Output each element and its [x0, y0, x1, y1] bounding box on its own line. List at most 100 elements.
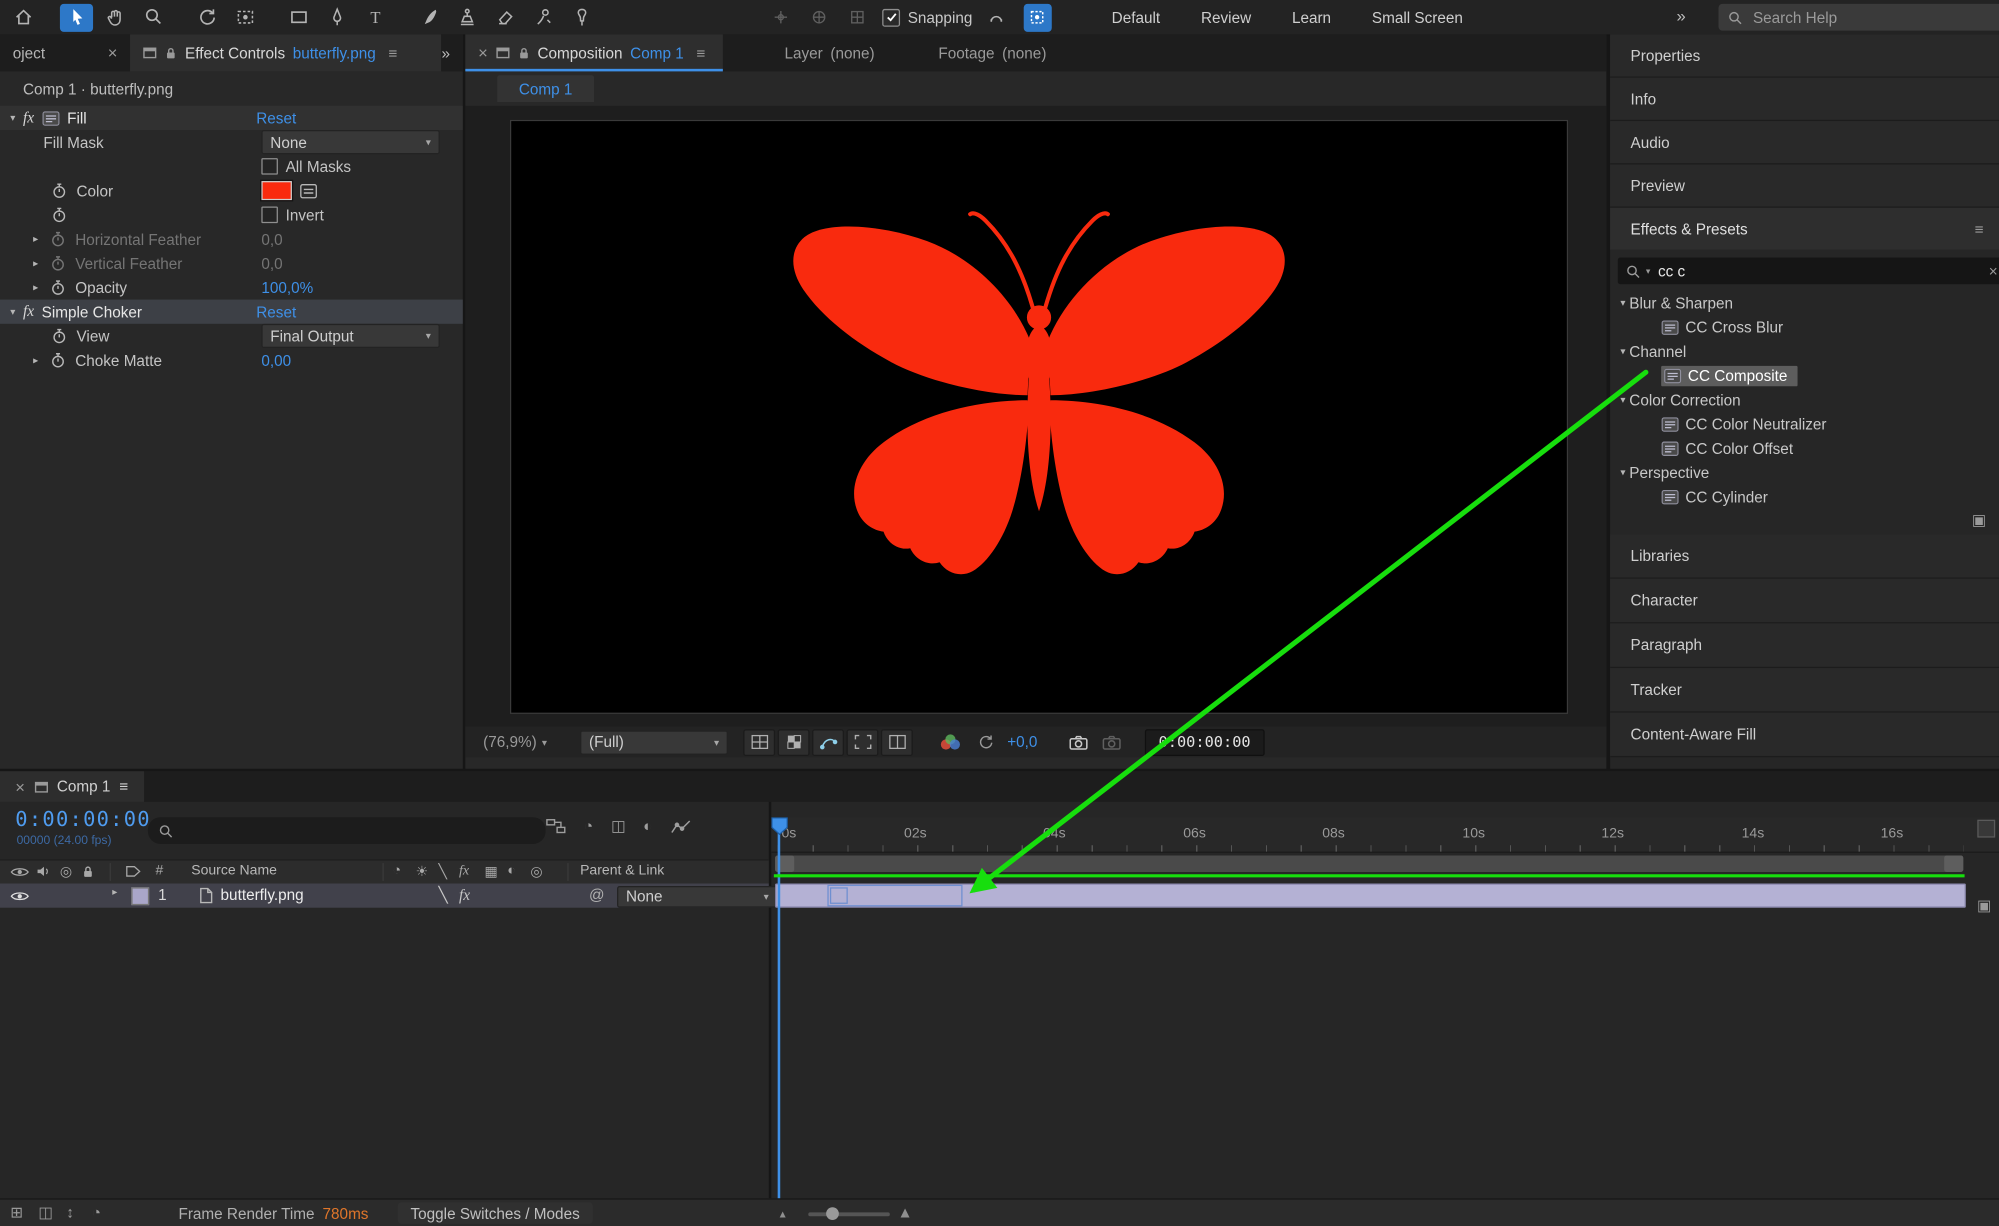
twirl-right-icon[interactable]: ▸ — [33, 233, 46, 244]
clear-search-icon[interactable]: × — [1989, 262, 1998, 280]
panel-menu-icon[interactable]: ≡ — [1975, 220, 1984, 238]
twirl-down-icon[interactable]: ▾ — [1620, 297, 1625, 308]
zoom-out-icon[interactable]: ▲ — [778, 1209, 788, 1220]
effect-item-cc-color-neutralizer[interactable]: CC Color Neutralizer — [1610, 412, 1999, 436]
zoom-tool-icon[interactable] — [136, 3, 169, 31]
close-icon[interactable]: × — [15, 777, 25, 796]
close-icon[interactable]: × — [108, 43, 118, 62]
viewer-area[interactable] — [465, 105, 1607, 727]
shy-icon[interactable]: ◔ — [584, 817, 593, 835]
layer-row[interactable]: ▸ 1 butterfly.png ╲ fx @ None ▾ — [0, 883, 778, 908]
resolution-dropdown[interactable]: (Full) ▾ — [580, 729, 729, 755]
layer-quality-switch[interactable]: ╲ — [439, 886, 448, 904]
selection-tool-icon[interactable] — [59, 3, 94, 32]
layer-name[interactable]: butterfly.png — [221, 886, 304, 904]
panel-menu-icon[interactable]: ≡ — [119, 778, 128, 796]
hand-tool-icon[interactable] — [98, 3, 131, 31]
render-time-pane-icon[interactable]: ◔ — [92, 1203, 101, 1221]
layer-tab[interactable]: Layer (none) — [772, 34, 888, 71]
camera-tool-icon[interactable] — [228, 3, 261, 31]
workspace-small-screen[interactable]: Small Screen — [1372, 8, 1463, 26]
mini-flowchart-icon[interactable] — [546, 817, 566, 835]
panel-header-preview[interactable]: Preview — [1610, 164, 1999, 208]
twirl-down-icon[interactable]: ▾ — [10, 112, 23, 123]
twirl-down-icon[interactable]: ▾ — [1620, 345, 1625, 356]
playhead-line[interactable] — [777, 819, 781, 1199]
property-value[interactable]: 0,0 — [261, 230, 282, 248]
panel-menu-icon[interactable]: ≡ — [696, 44, 705, 62]
grid-options-icon[interactable] — [743, 728, 776, 756]
eraser-tool-icon[interactable] — [488, 3, 521, 31]
pick-whip-icon[interactable]: @ — [589, 886, 605, 904]
comp-subtab[interactable]: Comp 1 — [497, 75, 595, 102]
composition-canvas[interactable] — [509, 119, 1569, 714]
type-tool-icon[interactable]: T — [358, 3, 391, 31]
layer-twirl-icon[interactable]: ▸ — [112, 886, 117, 897]
timeline-comp-tab[interactable]: × Comp 1 ≡ — [0, 771, 144, 802]
reset-button[interactable]: Reset — [256, 303, 296, 321]
panel-header-character[interactable]: Character — [1610, 578, 1999, 624]
in-out-pane-icon[interactable]: ↕ — [66, 1203, 74, 1221]
effect-item-cc-composite[interactable]: CC Composite — [1610, 363, 1999, 387]
work-area-bar[interactable] — [775, 855, 1964, 873]
panel-header-paragraph[interactable]: Paragraph — [1610, 623, 1999, 669]
workspace-default[interactable]: Default — [1112, 8, 1160, 26]
graph-editor-icon[interactable] — [670, 818, 691, 835]
zoom-in-icon[interactable]: ▲ — [898, 1203, 913, 1221]
snap-features-icon[interactable] — [1023, 3, 1052, 32]
effect-controls-tab[interactable]: Effect Controls butterfly.png ≡ — [130, 34, 442, 72]
effect-group-perspective[interactable]: ▾ Perspective — [1610, 460, 1999, 484]
stopwatch-icon[interactable] — [51, 182, 68, 199]
effect-item-cc-cross-blur[interactable]: CC Cross Blur — [1610, 315, 1999, 339]
motion-blur-icon[interactable]: ◐ — [643, 817, 652, 835]
pen-tool-icon[interactable] — [320, 3, 353, 31]
view-dropdown[interactable]: Final Output ▾ — [261, 323, 440, 349]
viewer-timecode[interactable]: 0:00:00:00 — [1144, 728, 1265, 756]
parent-dropdown[interactable]: None ▾ — [617, 885, 778, 908]
comp-marker-bin-icon[interactable] — [1977, 819, 1996, 838]
stopwatch-icon[interactable] — [51, 328, 68, 345]
eyedropper-icon[interactable] — [300, 182, 319, 200]
current-time-display[interactable]: 0:00:00:00 — [15, 807, 151, 831]
panel-header-properties[interactable]: Properties — [1610, 34, 1999, 78]
effect-choker-header[interactable]: ▾ fx Simple Choker Reset — [0, 299, 463, 324]
panel-header-tracker[interactable]: Tracker — [1610, 668, 1999, 713]
roto-brush-tool-icon[interactable] — [527, 3, 560, 31]
snap-option-icon[interactable] — [983, 3, 1011, 31]
all-masks-checkbox[interactable] — [261, 158, 278, 175]
transfer-controls-pane-icon[interactable]: ◫ — [38, 1203, 52, 1221]
footage-tab[interactable]: Footage (none) — [926, 34, 1060, 71]
clone-stamp-tool-icon[interactable] — [450, 3, 483, 31]
comp-mini-icon[interactable]: ▣ — [1977, 896, 1991, 914]
color-swatch[interactable] — [260, 179, 294, 202]
brush-tool-icon[interactable] — [412, 3, 445, 31]
view-layout-icon[interactable] — [880, 728, 913, 756]
layer-color-swatch[interactable] — [131, 887, 150, 906]
panel-header-audio[interactable]: Audio — [1610, 121, 1999, 165]
workspace-overflow-icon[interactable]: » — [1676, 6, 1685, 25]
source-name-column-label[interactable]: Source Name — [191, 863, 277, 878]
expand-switches-pane-icon[interactable]: ⊞ — [10, 1203, 23, 1221]
workspace-review[interactable]: Review — [1201, 8, 1251, 26]
effect-item-cc-color-offset[interactable]: CC Color Offset — [1610, 436, 1999, 460]
tab-overflow-icon[interactable]: » — [442, 44, 451, 62]
parent-link-column-label[interactable]: Parent & Link — [580, 863, 664, 878]
fill-mask-dropdown[interactable]: None ▾ — [261, 130, 440, 155]
effect-fill-header[interactable]: ▾ fx Fill Reset — [0, 105, 463, 131]
effect-item-cc-cylinder[interactable]: CC Cylinder — [1610, 484, 1999, 508]
panel-header-content-aware-fill[interactable]: Content-Aware Fill — [1610, 712, 1999, 758]
effect-group-blur-sharpen[interactable]: ▾ Blur & Sharpen — [1610, 291, 1999, 315]
mask-visibility-icon[interactable] — [812, 728, 845, 756]
effect-group-channel[interactable]: ▾ Channel — [1610, 339, 1999, 363]
property-value[interactable]: 0,0 — [261, 254, 282, 272]
stopwatch-icon[interactable] — [51, 207, 68, 224]
timeline-zoom-knob[interactable] — [826, 1207, 839, 1221]
stopwatch-icon[interactable] — [50, 255, 67, 272]
work-area-end-handle[interactable] — [1944, 855, 1964, 873]
playhead-marker[interactable] — [771, 817, 788, 836]
timeline-search-input[interactable] — [179, 819, 491, 842]
twirl-down-icon[interactable]: ▾ — [1620, 467, 1625, 478]
region-of-interest-icon[interactable] — [846, 728, 879, 756]
stopwatch-icon[interactable] — [50, 231, 67, 248]
snapping-checkbox[interactable] — [882, 8, 901, 27]
